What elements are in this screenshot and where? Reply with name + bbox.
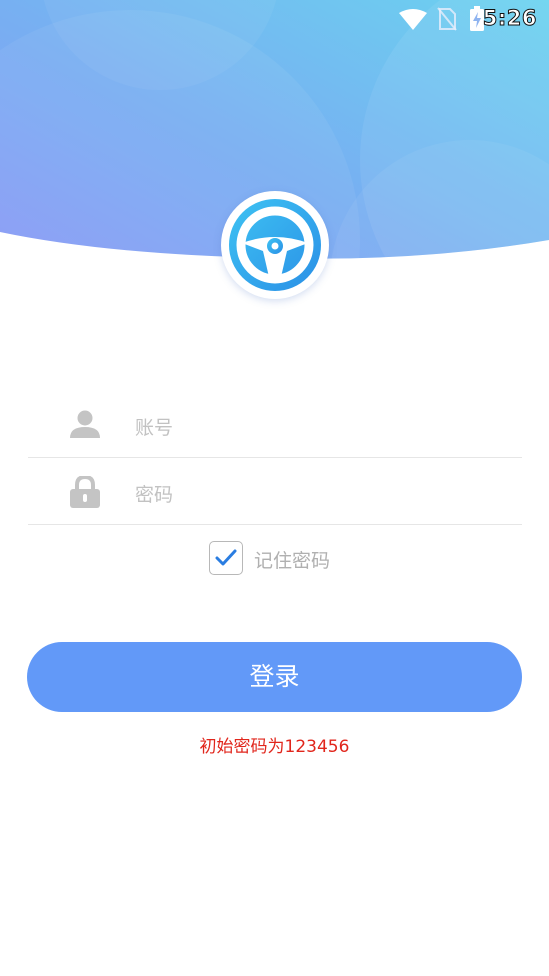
status-time: 5:26: [482, 6, 537, 31]
lock-icon: [70, 476, 100, 508]
password-input[interactable]: 密码: [135, 480, 173, 507]
status-bar: 5:26: [0, 0, 549, 40]
initial-password-hint: 初始密码为123456: [199, 737, 350, 757]
steering-wheel-icon: [229, 199, 321, 291]
remember-label: 记住密码: [254, 550, 331, 572]
account-input[interactable]: 账号: [135, 413, 173, 440]
app-logo: [221, 191, 329, 299]
no-sim-icon: [437, 7, 457, 31]
user-icon: [70, 410, 100, 438]
password-row[interactable]: 密码: [28, 458, 522, 525]
remember-checkbox[interactable]: [209, 541, 243, 575]
wifi-icon: [399, 9, 427, 30]
account-row[interactable]: 账号: [28, 391, 522, 458]
checkmark-icon: [215, 549, 237, 566]
login-button[interactable]: 登录: [27, 642, 522, 712]
